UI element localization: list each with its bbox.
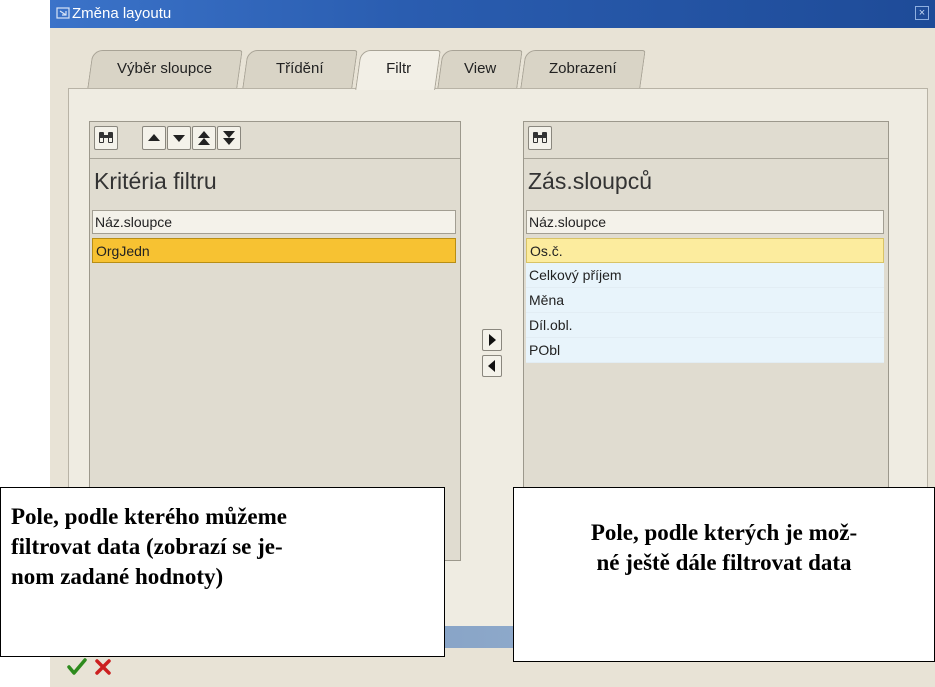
layout-icon: [56, 7, 70, 19]
move-down-button[interactable]: [167, 126, 191, 150]
tab-view[interactable]: View: [437, 50, 523, 88]
arrow-top-icon: [198, 131, 210, 145]
title-bar: Změna layoutu ×: [50, 0, 935, 28]
filter-criteria-title: Kritéria filtru: [94, 168, 217, 194]
confirm-button[interactable]: [66, 656, 88, 678]
tab-vyber-sloupce[interactable]: Výběr sloupce: [87, 50, 243, 88]
window-title: Změna layoutu: [72, 5, 172, 22]
tab-trideni[interactable]: Třídění: [242, 50, 358, 88]
right-annotation: Pole, podle kterých je mož- né ještě dál…: [513, 487, 935, 662]
arrow-bottom-icon: [223, 131, 235, 145]
binoculars-icon: [99, 132, 113, 143]
list-item[interactable]: Měna: [526, 288, 884, 313]
move-up-button[interactable]: [142, 126, 166, 150]
annotation-line: Pole, podle kterého můžeme: [11, 504, 287, 529]
checkmark-icon: [67, 658, 87, 675]
move-bottom-button[interactable]: [217, 126, 241, 150]
binoculars-icon: [533, 132, 547, 143]
right-toolbar: [524, 122, 888, 159]
left-annotation: Pole, podle kterého můžeme filtrovat dat…: [0, 487, 445, 657]
annotation-line: nom zadané hodnoty): [11, 564, 224, 589]
list-item[interactable]: Os.č.: [526, 238, 884, 263]
find-button[interactable]: [94, 126, 118, 150]
cancel-button[interactable]: [92, 656, 114, 678]
arrow-right-icon: [489, 334, 496, 346]
annotation-line: né ještě dále filtrovat data: [596, 550, 852, 575]
list-item[interactable]: Celkový příjem: [526, 263, 884, 288]
list-item[interactable]: OrgJedn: [92, 238, 456, 263]
list-item[interactable]: Díl.obl.: [526, 313, 884, 338]
left-toolbar: [90, 122, 460, 159]
left-column-header[interactable]: Náz.sloupce: [92, 210, 456, 234]
close-icon[interactable]: ×: [915, 6, 929, 20]
arrow-up-icon: [148, 134, 160, 141]
list-item[interactable]: PObl: [526, 338, 884, 363]
move-top-button[interactable]: [192, 126, 216, 150]
find-button[interactable]: [528, 126, 552, 150]
annotation-line: filtrovat data (zobrazí se je-: [11, 534, 283, 559]
move-left-button[interactable]: [482, 355, 502, 377]
cross-icon: [95, 659, 111, 675]
arrow-down-icon: [173, 135, 185, 142]
tab-filtr[interactable]: Filtr: [355, 50, 441, 90]
move-right-button[interactable]: [482, 329, 502, 351]
arrow-left-icon: [488, 360, 495, 372]
annotation-line: Pole, podle kterých je mož-: [590, 520, 858, 545]
tab-zobrazeni[interactable]: Zobrazení: [520, 50, 646, 88]
right-column-header[interactable]: Náz.sloupce: [526, 210, 884, 234]
available-columns-title: Zás.sloupců: [528, 168, 653, 194]
